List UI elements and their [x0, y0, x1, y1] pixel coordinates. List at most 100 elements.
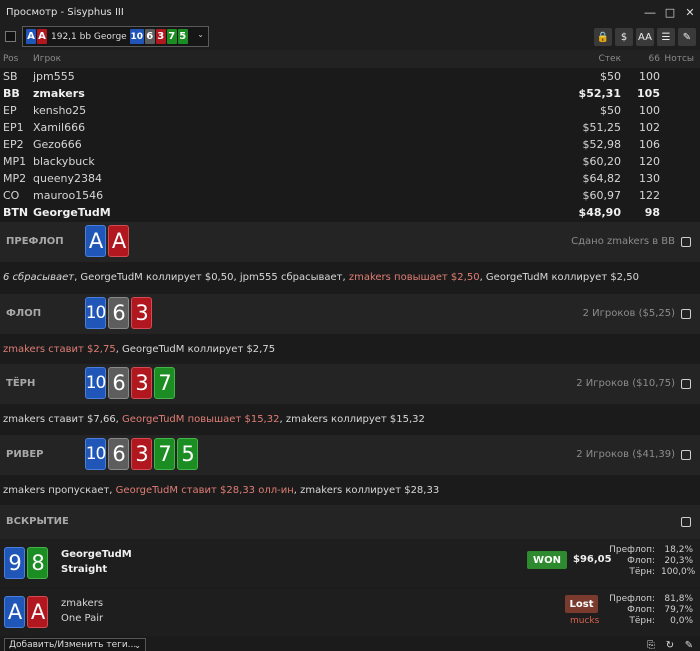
- close-icon[interactable]: ✕: [680, 0, 700, 24]
- loser-player-name: zmakers: [61, 598, 104, 609]
- maximize-icon[interactable]: □: [660, 0, 680, 24]
- action-text: zmakers ставит $7,66,: [3, 413, 123, 425]
- col-notes-header[interactable]: Нотсы: [664, 54, 694, 64]
- player-row[interactable]: CO mauroo1546 $60,97 122: [0, 187, 700, 204]
- equity-label: Префлоп:: [609, 594, 655, 604]
- mini-card: 6: [144, 29, 155, 44]
- player-stat: 102: [639, 121, 660, 134]
- edit-button[interactable]: ✎: [678, 28, 696, 46]
- minimize-icon[interactable]: ―: [640, 0, 660, 24]
- preflop-actions: 6 сбрасывает, GeorgeTudM коллирует $0,50…: [0, 262, 700, 292]
- player-row[interactable]: EP kensho25 $50 100: [0, 102, 700, 119]
- note-icon[interactable]: [681, 517, 691, 527]
- toolbar: AA 192,1 bb George 10 6 3 7 5 ⌄ 🔒 $ AA ☰ ✎: [0, 24, 700, 50]
- tags-dropdown[interactable]: Добавить/Изменить теги... ⌄: [4, 638, 146, 651]
- equity-label: Флоп:: [627, 556, 655, 566]
- winner-hand-rank: Straight: [61, 564, 108, 575]
- players-table-header: Pos Игрок Стек 66 Нотсы: [0, 50, 700, 68]
- player-stat: 100: [639, 70, 660, 83]
- list-view-button[interactable]: ☰: [657, 28, 675, 46]
- player-position: MP2: [3, 172, 27, 185]
- select-hand-checkbox[interactable]: [5, 31, 16, 42]
- playing-card: 3: [131, 438, 152, 470]
- copy-button[interactable]: ⎘: [644, 638, 658, 651]
- winner-player-name: GeorgeTudM: [61, 549, 132, 560]
- col-name-header[interactable]: Игрок: [33, 54, 61, 64]
- street-preflop: ПРЕФЛОП AA Сдано zmakers в BB: [0, 222, 700, 262]
- col-pos-header[interactable]: Pos: [3, 54, 18, 64]
- player-stat: 105: [637, 87, 660, 100]
- player-stack: $64,82: [582, 172, 622, 185]
- font-size-button[interactable]: AA: [636, 28, 654, 46]
- lost-badge: Lost: [565, 595, 598, 613]
- note-icon[interactable]: [681, 450, 691, 460]
- playing-card: 10: [85, 297, 106, 329]
- playing-card: 10: [85, 367, 106, 399]
- equity-row: Флоп: 79,7%: [609, 605, 693, 616]
- replay-button[interactable]: ↻: [663, 638, 677, 651]
- equity-label: Тёрн:: [629, 567, 655, 577]
- note-icon[interactable]: [681, 309, 691, 319]
- player-row[interactable]: MP1 blackybuck $60,20 120: [0, 153, 700, 170]
- window-controls: ― □ ✕: [640, 0, 700, 24]
- playing-card: 7: [154, 438, 175, 470]
- dollar-icon: $: [620, 31, 628, 43]
- hide-names-button[interactable]: 🔒: [594, 28, 612, 46]
- hand-selector[interactable]: AA 192,1 bb George 10 6 3 7 5 ⌄: [22, 26, 209, 47]
- loser-equity: Префлоп: 81,8% Флоп: 79,7% Тёрн: 0,0%: [609, 594, 693, 627]
- action-text: GeorgeTudM ставит $28,33 олл-ин: [115, 484, 294, 496]
- player-stack: $50: [600, 70, 621, 83]
- player-row[interactable]: MP2 queeny2384 $64,82 130: [0, 170, 700, 187]
- action-text: , GeorgeTudM коллирует $0,50, jpm555 сбр…: [74, 271, 349, 283]
- currency-button[interactable]: $: [615, 28, 633, 46]
- playing-card: 10: [85, 438, 106, 470]
- player-position: MP1: [3, 155, 27, 168]
- street-cards: 10 6 3: [85, 297, 152, 329]
- chevron-down-icon: ⌄: [134, 641, 141, 650]
- player-stat: 98: [644, 206, 660, 219]
- street-showdown: ВСКРЫТИЕ: [0, 505, 700, 539]
- player-stack: $60,97: [582, 189, 622, 202]
- playing-card: 6: [108, 438, 129, 470]
- winner-hole-cards: 98: [4, 547, 48, 579]
- equity-value: 81,8%: [664, 594, 693, 604]
- note-icon[interactable]: [681, 237, 691, 247]
- player-stack: $52,31: [578, 87, 621, 100]
- player-row[interactable]: EP1 Xamil666 $51,25 102: [0, 119, 700, 136]
- edit-hand-button[interactable]: ✎: [682, 638, 696, 651]
- playing-card: 5: [177, 438, 198, 470]
- player-name: GeorgeTudM: [33, 206, 111, 219]
- street-name: ВСКРЫТИЕ: [6, 516, 69, 527]
- turn-actions: zmakers ставит $7,66, GeorgeTudM повышае…: [0, 404, 700, 434]
- action-text: zmakers повышает $2,50: [348, 271, 480, 283]
- player-stat: 122: [639, 189, 660, 202]
- note-icon[interactable]: [681, 379, 691, 389]
- font-size-icon: AA: [638, 31, 652, 43]
- player-name: mauroo1546: [33, 189, 104, 202]
- bottom-bar: Добавить/Изменить теги... ⌄ ⎘ ↻ ✎: [0, 637, 700, 651]
- player-stat: 130: [639, 172, 660, 185]
- player-row[interactable]: BTN GeorgeTudM $48,90 98: [0, 204, 700, 221]
- equity-value: 18,2%: [664, 545, 693, 555]
- player-row[interactable]: SB jpm555 $50 100: [0, 68, 700, 85]
- player-name: Gezo666: [33, 138, 82, 151]
- hand-selector-board: 10 6 3 7 5: [129, 29, 188, 44]
- loser-hand-rank: One Pair: [61, 613, 104, 624]
- street-cards: 10 6 3 7 5: [85, 438, 198, 470]
- col-stack-header[interactable]: Стек: [599, 54, 622, 64]
- player-position: CO: [3, 189, 20, 202]
- col-vpip-header[interactable]: 66: [649, 54, 660, 64]
- player-row[interactable]: BB zmakers $52,31 105: [0, 85, 700, 102]
- player-name: blackybuck: [33, 155, 95, 168]
- mucks-label: mucks: [570, 616, 600, 626]
- player-stat: 106: [639, 138, 660, 151]
- street-cards: 10 6 3 7: [85, 367, 175, 399]
- player-position: BB: [3, 87, 20, 100]
- player-row[interactable]: EP2 Gezo666 $52,98 106: [0, 136, 700, 153]
- players-table: Pos Игрок Стек 66 Нотсы SB jpm555 $50 100 BB…: [0, 50, 700, 221]
- player-stack: $51,25: [582, 121, 622, 134]
- playing-card: A: [85, 225, 106, 257]
- player-position: EP: [3, 104, 17, 117]
- player-stack: $48,90: [578, 206, 621, 219]
- mini-card: A: [37, 29, 47, 44]
